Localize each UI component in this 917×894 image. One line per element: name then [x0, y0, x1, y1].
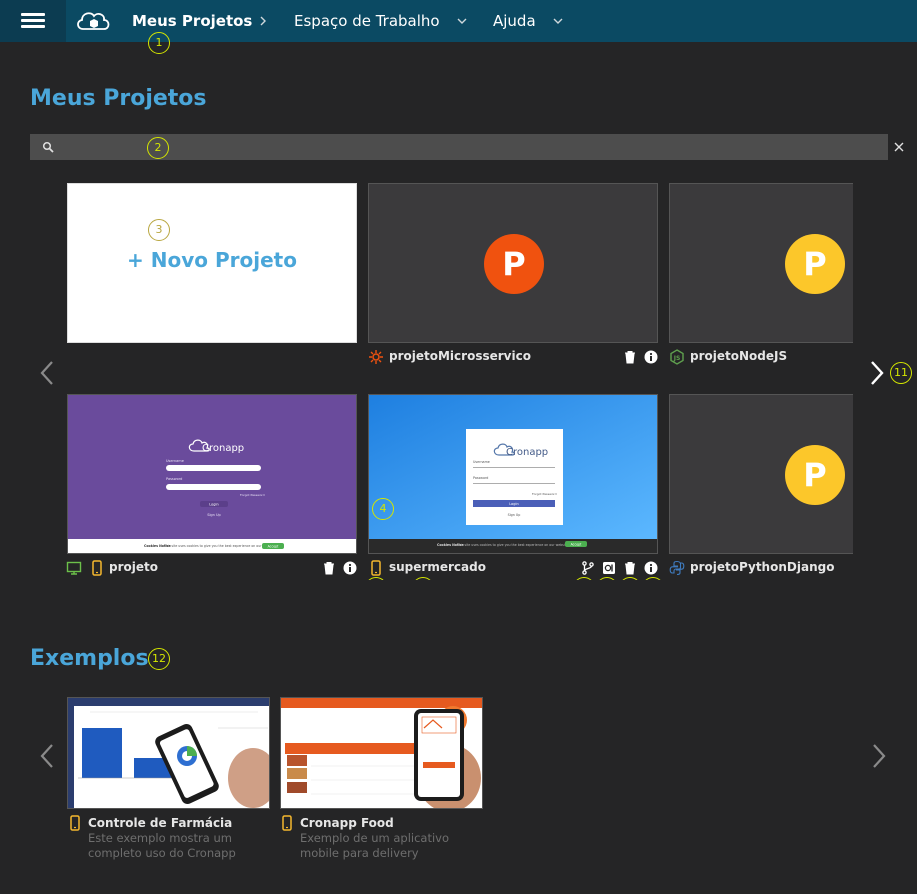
- project-card-projeto[interactable]: Cronapp Username Password Forgot Passwor…: [67, 394, 357, 554]
- project-avatar: P: [785, 234, 845, 294]
- desktop-icon: [66, 561, 82, 575]
- new-project-card[interactable]: 3 + Novo Projeto: [67, 183, 357, 343]
- chevron-down-icon[interactable]: [455, 14, 469, 28]
- annotation-badge: 2: [147, 137, 169, 159]
- info-icon[interactable]: [343, 561, 357, 575]
- annotation-badge: 7: [573, 577, 595, 580]
- search-input[interactable]: [62, 137, 842, 157]
- chevron-right-icon[interactable]: [869, 741, 889, 771]
- annotation-badge: 9: [619, 577, 641, 580]
- git-branch-icon[interactable]: [581, 561, 595, 575]
- screen-signup-label: Sign Up: [508, 513, 521, 517]
- info-icon[interactable]: [644, 350, 658, 364]
- annotation-badge: 10: [642, 577, 664, 580]
- screen-logo-text: Cronapp: [202, 443, 244, 454]
- screen-cookie-text: This site uses cookies to give you the b…: [456, 543, 569, 547]
- info-icon[interactable]: [644, 561, 658, 575]
- trash-icon[interactable]: [322, 561, 336, 575]
- nav-ajuda[interactable]: Ajuda: [493, 0, 536, 42]
- screen-signup-label: Sign Up: [207, 513, 221, 517]
- chevron-down-icon[interactable]: [551, 14, 565, 28]
- chevron-right-icon[interactable]: [867, 358, 887, 388]
- example-thumbnail: [281, 698, 482, 808]
- nav-espaco-de-trabalho[interactable]: Espaço de Trabalho: [294, 0, 440, 42]
- python-icon: [669, 560, 685, 576]
- chevron-right-icon: [260, 16, 266, 26]
- cronapp-cloud-logo-icon[interactable]: [74, 5, 112, 35]
- example-title[interactable]: Cronapp Food: [300, 816, 394, 830]
- annotation-badge: 4: [372, 498, 394, 520]
- trash-icon[interactable]: [623, 350, 637, 364]
- svg-text:JS: JS: [673, 355, 681, 362]
- annotation-badge: 5: [365, 577, 387, 580]
- new-project-label: + Novo Projeto: [127, 248, 297, 272]
- project-thumbnail: Cronapp Username Password Forgot Passwor…: [369, 395, 657, 553]
- chevron-left-icon[interactable]: [37, 358, 57, 388]
- project-name[interactable]: projetoPythonDjango: [690, 558, 834, 576]
- project-name[interactable]: projetoNodeJS: [690, 347, 787, 365]
- menu-button[interactable]: [0, 0, 66, 42]
- example-thumbnail: [68, 698, 269, 808]
- screen-password-label: Password: [166, 477, 182, 481]
- examples-section-title: Exemplos: [30, 646, 149, 671]
- project-avatar: P: [785, 445, 845, 505]
- nodejs-icon: JS: [670, 349, 684, 365]
- annotation-badge: 6: [412, 577, 434, 580]
- screen-logo-text: Cronapp: [506, 447, 548, 458]
- project-name[interactable]: projetoMicrosservico: [389, 347, 531, 365]
- screen-cookie-text: This site uses cookies to give you the b…: [163, 544, 276, 548]
- projects-carousel: 3 + Novo Projeto P projetoMicrosservico …: [60, 180, 853, 580]
- mobile-icon: [70, 815, 80, 831]
- project-card-pythondjango[interactable]: P: [669, 394, 853, 554]
- screen-forgot-label: Forgot Password: [532, 492, 557, 496]
- example-description: Este exemplo mostra um completo uso do C…: [88, 831, 236, 860]
- example-card-farmacia[interactable]: [67, 697, 270, 809]
- screen-login-label: Login: [509, 502, 518, 506]
- chevron-left-icon[interactable]: [37, 741, 57, 771]
- project-name[interactable]: supermercado: [389, 558, 486, 576]
- screen-username-label: Username: [473, 460, 490, 464]
- screen-username-label: Username: [166, 459, 184, 463]
- clear-search-icon[interactable]: [893, 141, 905, 153]
- annotation-badge: 3: [148, 219, 170, 241]
- top-bar: Meus Projetos Espaço de Trabalho Ajuda: [0, 0, 917, 42]
- example-title[interactable]: Controle de Farmácia: [88, 816, 232, 830]
- screen-accept-label: Accept: [268, 544, 280, 548]
- search-icon: [42, 141, 54, 153]
- project-card-microsservico[interactable]: P: [368, 183, 658, 343]
- screen-password-label: Password: [473, 476, 488, 480]
- annotation-badge: 8: [596, 577, 618, 580]
- mobile-icon: [371, 560, 381, 576]
- microservice-icon: [369, 350, 383, 364]
- project-card-supermercado[interactable]: Cronapp Username Password Forgot Passwor…: [368, 394, 658, 554]
- project-card-nodejs[interactable]: P: [669, 183, 853, 343]
- screen-login-label: Login: [209, 503, 218, 507]
- annotation-badge: 1: [148, 32, 170, 54]
- example-card-food[interactable]: [280, 697, 483, 809]
- projects-section-title: Meus Projetos: [30, 86, 207, 111]
- project-thumbnail: Cronapp Username Password Forgot Passwor…: [68, 439, 356, 553]
- annotation-badge: 11: [890, 362, 912, 384]
- annotation-badge: 12: [148, 648, 170, 670]
- trash-icon[interactable]: [623, 561, 637, 575]
- deploy-icon[interactable]: [602, 561, 616, 575]
- mobile-icon: [92, 560, 102, 576]
- project-avatar: P: [484, 234, 544, 294]
- mobile-icon: [282, 815, 292, 831]
- example-description: Exemplo de um aplicativo mobile para del…: [300, 831, 450, 860]
- screen-forgot-label: Forgot Password: [240, 493, 265, 497]
- project-name[interactable]: projeto: [109, 558, 158, 576]
- screen-accept-label: Accept: [571, 542, 583, 546]
